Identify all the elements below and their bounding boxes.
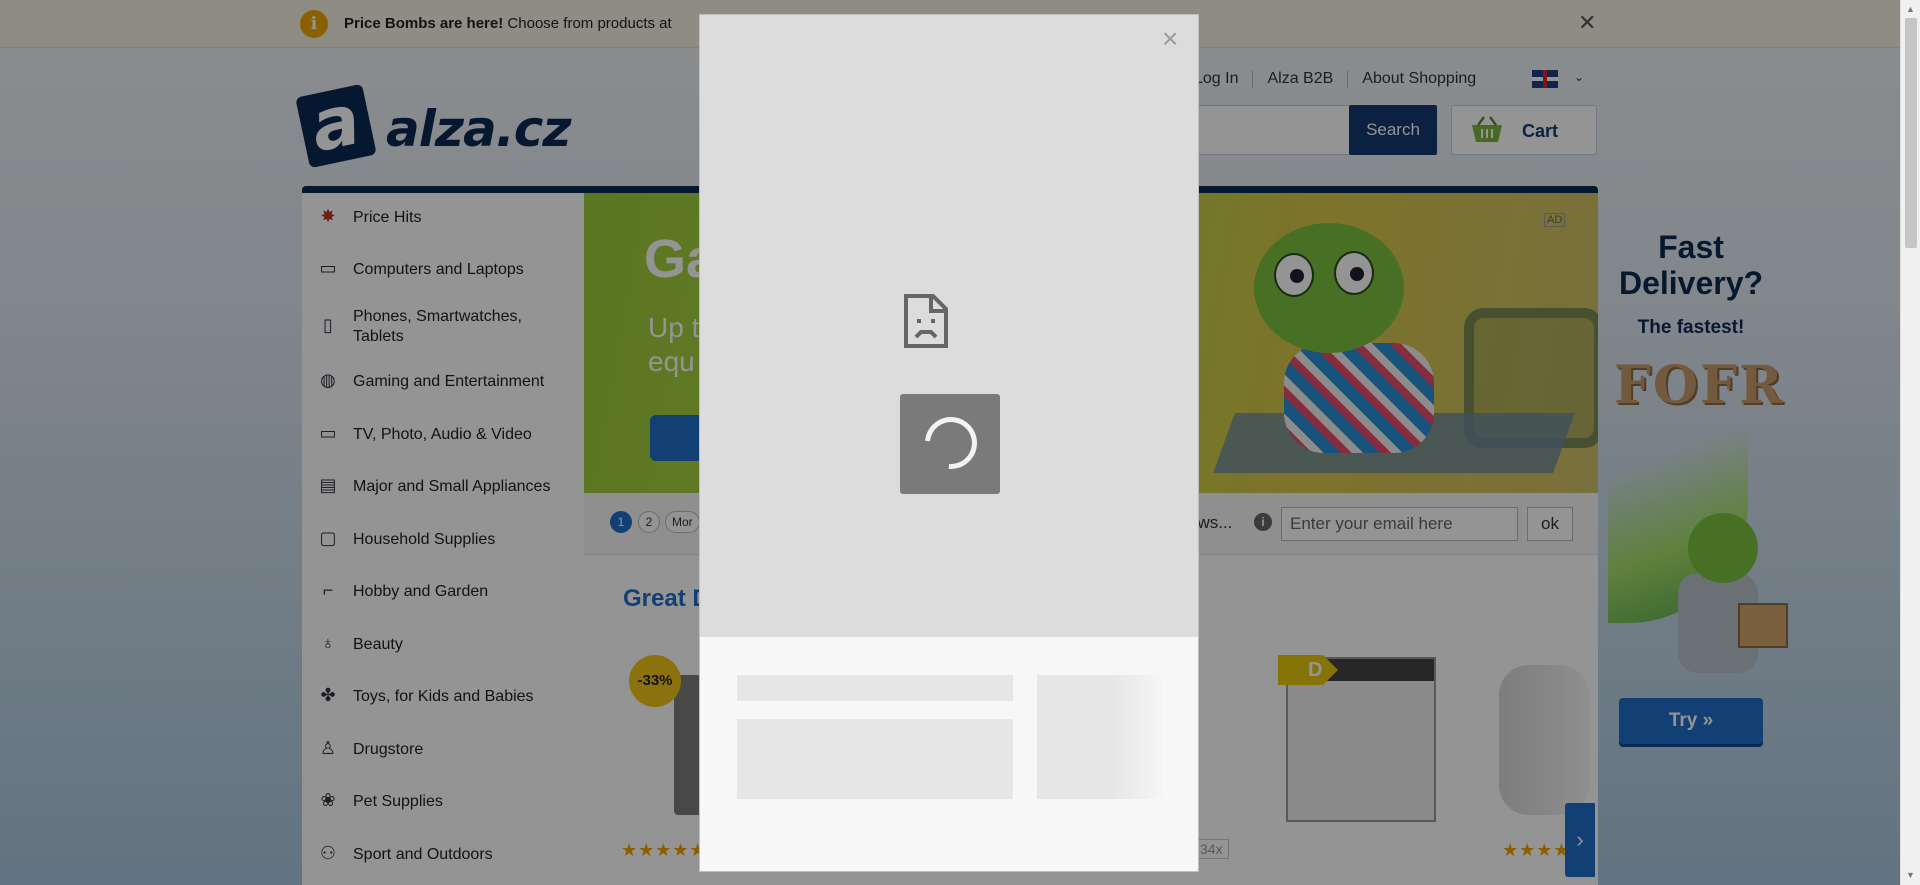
- scroll-up-icon[interactable]: ▲: [1906, 4, 1915, 14]
- spinner-icon: [900, 394, 1000, 494]
- spinner-ring: [914, 406, 988, 480]
- modal-skeleton: [700, 637, 1198, 871]
- skeleton-thumb: [1037, 675, 1162, 799]
- loading-modal: ×: [699, 14, 1199, 872]
- close-icon[interactable]: ×: [1162, 25, 1178, 53]
- scrollbar-thumb[interactable]: [1905, 18, 1917, 248]
- skeleton-block: [737, 719, 1013, 799]
- skeleton-line: [737, 675, 1013, 701]
- scroll-down-icon[interactable]: ▼: [1906, 870, 1915, 880]
- page-scrollbar[interactable]: ▲ ▼: [1900, 0, 1920, 885]
- broken-page-icon: [904, 294, 948, 348]
